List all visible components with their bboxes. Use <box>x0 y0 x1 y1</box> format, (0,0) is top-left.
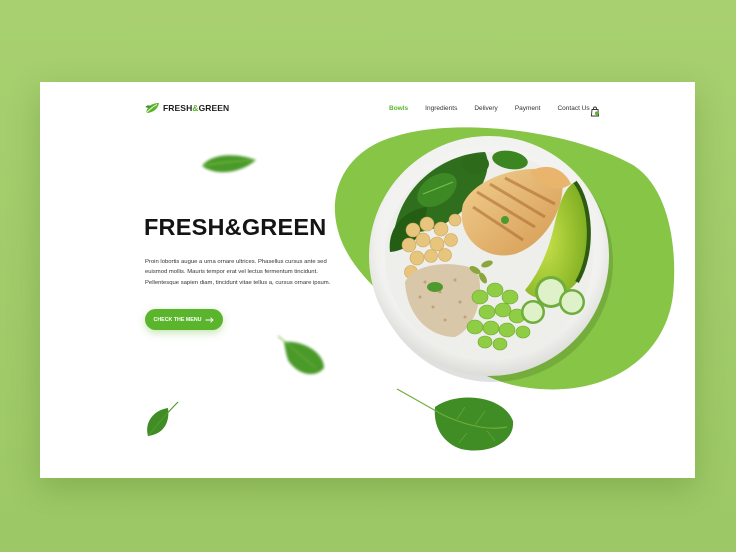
brand-prefix: FRESH <box>163 103 193 113</box>
spinach-leaf-decoration <box>147 401 179 437</box>
shopping-bag-icon <box>590 106 600 117</box>
arrow-right-icon <box>205 316 215 323</box>
cta-label: CHECK THE MENU <box>153 316 202 323</box>
brand-logo[interactable]: FRESH&GREEN <box>145 102 229 114</box>
leaf-logo-icon <box>145 103 159 114</box>
brand-suffix: GREEN <box>198 103 230 113</box>
landing-card: FRESH&GREEN Bowls Ingredients Delivery P… <box>40 82 695 478</box>
nav-item-bowls[interactable]: Bowls <box>389 105 408 112</box>
hero-title: FRESH&GREEN <box>144 214 327 240</box>
spinach-leaf-decoration <box>396 388 514 451</box>
nav-item-payment[interactable]: Payment <box>515 105 541 112</box>
spinach-leaf-decoration <box>201 155 257 173</box>
spinach-leaf-decoration <box>277 335 324 375</box>
salad-bowl-image <box>369 136 613 382</box>
hero-description: Proin lobortis augue a urna ornare ultri… <box>145 259 331 286</box>
brand-name: FRESH&GREEN <box>163 103 229 113</box>
cart-button[interactable] <box>590 104 600 122</box>
nav-item-ingredients[interactable]: Ingredients <box>425 105 457 112</box>
nav-item-delivery[interactable]: Delivery <box>474 105 497 112</box>
nav-item-contact-us[interactable]: Contact Us <box>557 105 589 112</box>
main-nav: Bowls Ingredients Delivery Payment Conta… <box>389 105 590 112</box>
check-the-menu-button[interactable]: CHECK THE MENU <box>145 309 223 330</box>
